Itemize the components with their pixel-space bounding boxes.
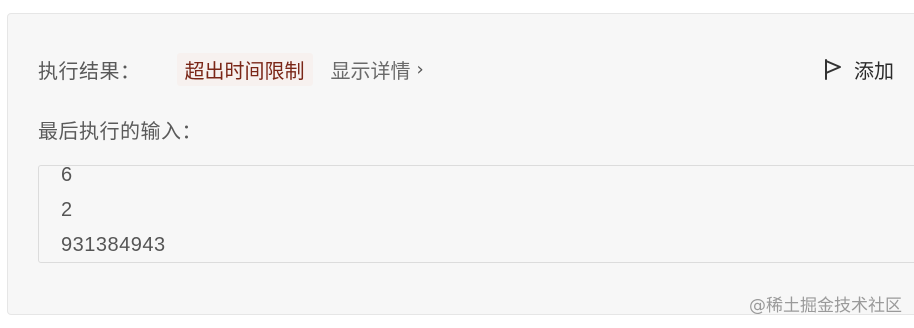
watermark: @稀土掘金技术社区 xyxy=(749,296,902,316)
input-line: 2 xyxy=(61,199,73,221)
add-testcase-button[interactable]: 添加 xyxy=(822,52,894,86)
flag-icon xyxy=(825,59,841,80)
last-input-box[interactable]: 6 2 931384943 xyxy=(38,165,914,263)
result-label: 执行结果： xyxy=(38,58,141,83)
input-lines: 6 2 931384943 xyxy=(61,165,166,262)
result-row: 执行结果： 超出时间限制 显示详情 › xyxy=(38,52,424,86)
show-details-label: 显示详情 xyxy=(330,58,411,83)
chevron-right-icon: › xyxy=(416,58,424,80)
add-label: 添加 xyxy=(854,58,894,83)
last-input-label: 最后执行的输入： xyxy=(38,119,202,143)
show-details-link[interactable]: 显示详情 › xyxy=(331,55,424,84)
input-line: 6 xyxy=(61,165,73,186)
status-badge: 超出时间限制 xyxy=(176,52,313,86)
input-line: 931384943 xyxy=(61,234,166,256)
